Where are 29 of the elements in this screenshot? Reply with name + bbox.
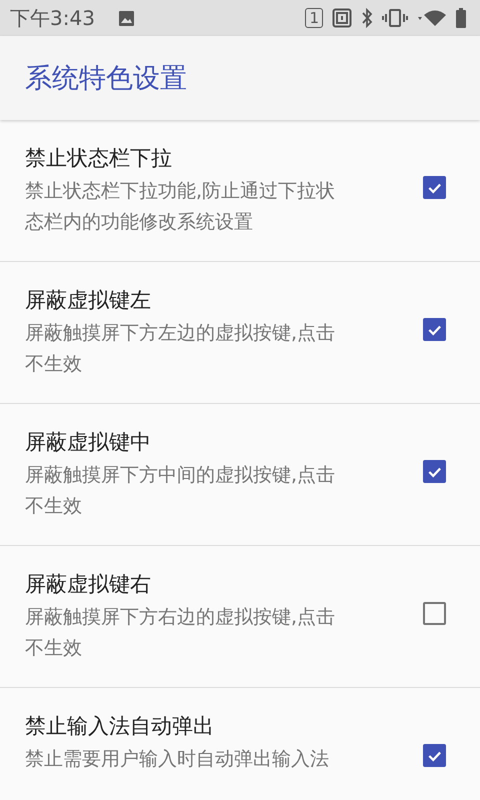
setting-summary: 禁止需要用户输入时自动弹出输入法: [25, 747, 330, 772]
setting-row[interactable]: 屏蔽虚拟键中 屏蔽触摸屏下方中间的虚拟按键,点击不生效: [0, 404, 480, 546]
image-icon: [118, 10, 135, 26]
setting-row[interactable]: 屏蔽虚拟键右 屏蔽触摸屏下方右边的虚拟按键,点击不生效: [0, 546, 480, 688]
setting-title: 禁止状态栏下拉: [25, 145, 173, 172]
status-time: 下午3:43: [10, 4, 95, 32]
sim-slot-badge: 1: [305, 8, 323, 28]
checkbox[interactable]: [423, 176, 446, 199]
setting-row[interactable]: 禁止输入法自动弹出 禁止需要用户输入时自动弹出输入法: [0, 688, 480, 800]
setting-row[interactable]: 禁止状态栏下拉 禁止状态栏下拉功能,防止通过下拉状态栏内的功能修改系统设置: [0, 120, 480, 262]
nfc-icon: [332, 8, 352, 28]
battery-icon: [456, 8, 466, 28]
setting-title: 禁止输入法自动弹出: [25, 713, 215, 740]
setting-summary: 屏蔽触摸屏下方左边的虚拟按键,点击不生效: [25, 321, 336, 377]
setting-title: 屏蔽虚拟键左: [25, 287, 152, 314]
checkbox[interactable]: [423, 460, 446, 483]
checkbox[interactable]: [423, 602, 446, 625]
bluetooth-icon: [361, 8, 373, 28]
setting-summary: 屏蔽触摸屏下方中间的虚拟按键,点击不生效: [25, 463, 336, 519]
setting-title: 屏蔽虚拟键右: [25, 571, 152, 598]
checkbox[interactable]: [423, 318, 446, 341]
setting-title: 屏蔽虚拟键中: [25, 429, 152, 456]
vibrate-icon: [382, 9, 408, 27]
setting-row[interactable]: 屏蔽虚拟键左 屏蔽触摸屏下方左边的虚拟按键,点击不生效: [0, 262, 480, 404]
setting-summary: 禁止状态栏下拉功能,防止通过下拉状态栏内的功能修改系统设置: [25, 179, 336, 235]
app-bar-title: 系统特色设置: [25, 62, 187, 96]
setting-summary: 屏蔽触摸屏下方右边的虚拟按键,点击不生效: [25, 605, 336, 661]
checkbox[interactable]: [423, 744, 446, 767]
wifi-icon: [417, 9, 447, 27]
